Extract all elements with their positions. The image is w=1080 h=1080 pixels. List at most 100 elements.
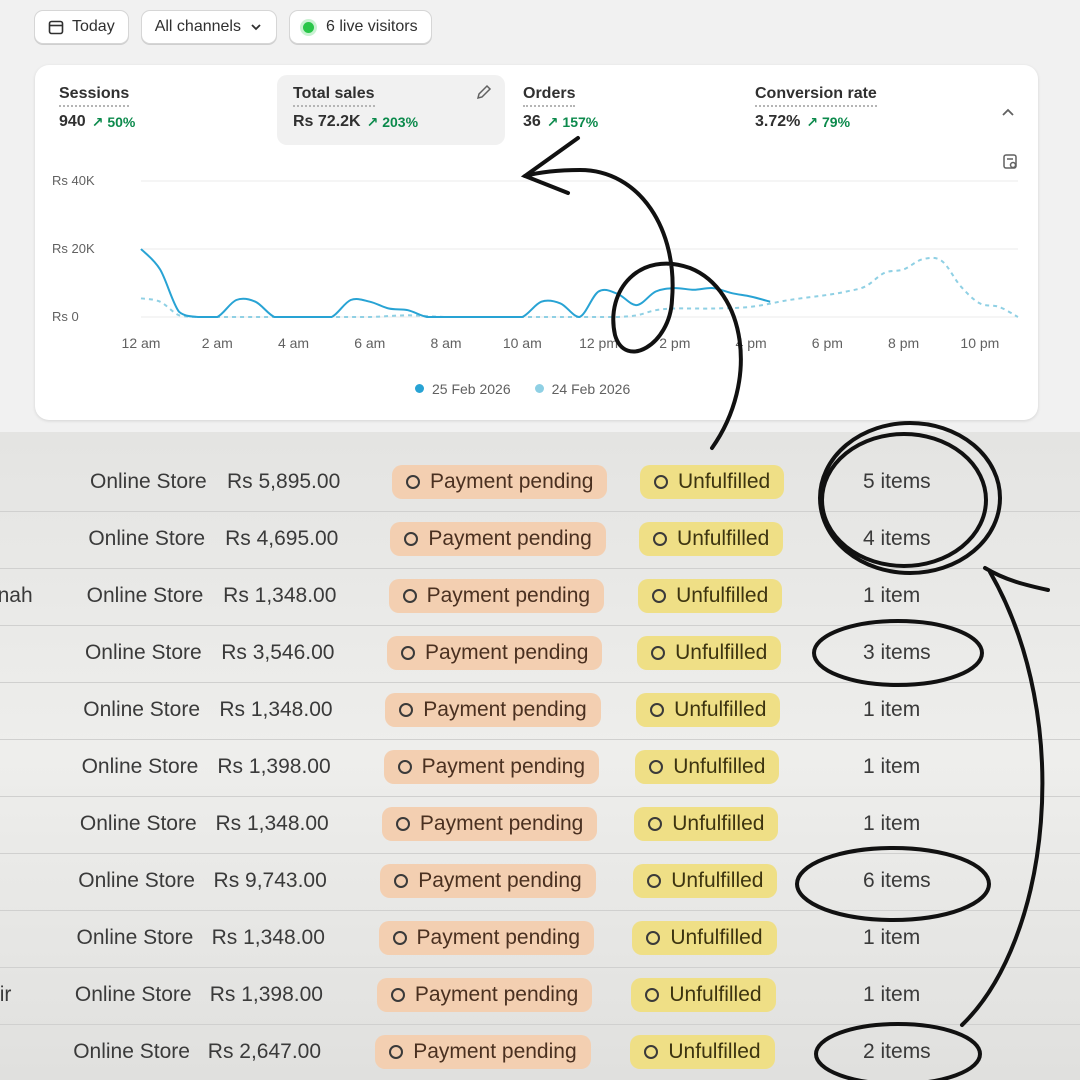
metric-value: 940: [59, 113, 86, 130]
status-ring-icon: [394, 874, 409, 888]
fulfillment-status-badge: Unfulfilled: [631, 978, 776, 1012]
total-cell: Rs 9,743.00: [213, 869, 327, 892]
status-ring-icon: [644, 1045, 659, 1059]
x-tick-label: 4 am: [278, 335, 309, 351]
items-cell: 3 items: [863, 641, 931, 664]
metric-value: Rs 72.2K: [293, 113, 361, 130]
table-row[interactable]: Online Store Rs 3,546.00 Payment pending Un…: [0, 627, 1080, 683]
table-row[interactable]: Online Store Rs 1,348.00 Payment pending Un…: [0, 912, 1080, 968]
x-tick-label: 4 pm: [736, 335, 767, 351]
fulfillment-status-badge: Unfulfilled: [639, 522, 784, 556]
total-cell: Rs 1,398.00: [217, 755, 331, 778]
live-status-dot: [302, 21, 314, 33]
payment-status-badge: Payment pending: [390, 522, 606, 556]
chart-legend: 25 Feb 2026 24 Feb 2026: [415, 381, 630, 397]
metric-change: ↗ 157%: [546, 113, 599, 130]
table-row[interactable]: sir Online Store Rs 1,398.00 Payment pendin…: [0, 969, 1080, 1025]
fulfillment-status-badge: Unfulfilled: [637, 636, 782, 670]
items-cell: 1 item: [863, 755, 921, 778]
metric-conversion-rate[interactable]: Conversion rate 3.72% ↗ 79%: [739, 75, 967, 145]
channel-cell: Online Store: [73, 1040, 190, 1063]
x-tick-label: 10 am: [503, 335, 542, 351]
channels-label: All channels: [154, 18, 241, 35]
items-cell: 1 item: [863, 926, 921, 949]
chevron-up-icon[interactable]: [1000, 105, 1016, 121]
table-row[interactable]: Online Store Rs 9,743.00 Payment pending Un…: [0, 855, 1080, 911]
status-ring-icon: [652, 589, 667, 603]
table-row[interactable]: Online Store Rs 1,348.00 Payment pending Un…: [0, 798, 1080, 854]
metric-total-sales[interactable]: Total sales Rs 72.2K ↗ 203%: [277, 75, 505, 145]
table-row[interactable]: Online Store Rs 1,348.00 Payment pending Un…: [0, 684, 1080, 740]
total-cell: Rs 1,348.00: [211, 926, 325, 949]
status-ring-icon: [395, 817, 410, 831]
toolbar: Today All channels 6 live visitors: [34, 10, 432, 44]
x-tick-label: 2 pm: [659, 335, 690, 351]
live-visitors-label: 6 live visitors: [325, 18, 418, 35]
metric-orders[interactable]: Orders 36 ↗ 157%: [507, 75, 735, 145]
status-ring-icon: [653, 532, 668, 546]
payment-status-badge: Payment pending: [385, 693, 601, 727]
table-row[interactable]: Online Store Rs 1,398.00 Payment pending Un…: [0, 741, 1080, 797]
metric-sessions[interactable]: Sessions 940 ↗ 50%: [43, 75, 271, 145]
metric-label: Sessions: [59, 85, 130, 107]
channel-cell: Online Store: [76, 926, 194, 949]
total-cell: Rs 1,348.00: [223, 584, 337, 607]
orders-table-photo: Online Store Rs 5,895.00 Payment pending Un…: [0, 432, 1080, 1080]
channel-cell: Online Store: [88, 527, 206, 550]
status-ring-icon: [647, 874, 662, 888]
payment-status-badge: Payment pending: [378, 921, 594, 955]
calendar-icon: [48, 20, 64, 35]
x-tick-label: 12 pm: [579, 335, 618, 351]
legend-item-previous[interactable]: 24 Feb 2026: [534, 381, 630, 397]
channel-cell: Online Store: [81, 755, 199, 778]
status-ring-icon: [389, 1045, 404, 1059]
payment-status-badge: Payment pending: [392, 465, 608, 499]
payment-status-badge: Payment pending: [381, 807, 598, 841]
total-cell: Rs 4,695.00: [225, 527, 339, 550]
chevron-down-icon: [251, 24, 261, 31]
table-row[interactable]: Online Store Rs 4,695.00 Payment pending Un…: [0, 513, 1080, 569]
metric-label: Total sales: [293, 85, 375, 107]
fulfillment-status-badge: Unfulfilled: [630, 1035, 775, 1069]
items-cell: 4 items: [863, 527, 931, 550]
legend-item-current[interactable]: 25 Feb 2026: [415, 381, 511, 397]
table-row[interactable]: Online Store Rs 5,895.00 Payment pending Un…: [0, 456, 1080, 512]
status-ring-icon: [404, 532, 419, 546]
status-ring-icon: [406, 475, 420, 489]
x-tick-label: 6 am: [354, 335, 385, 351]
channel-cell: Online Store: [84, 641, 202, 664]
status-ring-icon: [400, 646, 415, 660]
series-line-previous: [140, 256, 1019, 318]
channels-dropdown[interactable]: All channels: [140, 10, 277, 44]
channel-cell: Online Store: [83, 698, 200, 721]
payment-status-badge: Payment pending: [380, 864, 596, 898]
fulfillment-status-badge: Unfulfilled: [634, 807, 779, 841]
table-row[interactable]: nah Online Store Rs 1,348.00 Payment pendin…: [0, 570, 1080, 626]
items-cell: 1 item: [863, 584, 921, 607]
status-ring-icon: [651, 646, 666, 660]
total-cell: Rs 1,348.00: [215, 812, 329, 835]
metric-label: Orders: [523, 85, 576, 107]
table-row[interactable]: Online Store Rs 2,647.00 Payment pending Un…: [0, 1026, 1080, 1080]
channel-cell: Online Store: [90, 470, 207, 493]
x-tick-label: 6 pm: [812, 335, 843, 351]
payment-status-badge: Payment pending: [376, 978, 593, 1012]
x-tick-label: 12 am: [122, 335, 161, 351]
edit-pencil-icon[interactable]: [475, 83, 493, 101]
status-ring-icon: [650, 703, 665, 717]
live-visitors-button[interactable]: 6 live visitors: [288, 10, 432, 44]
metric-change: ↗ 79%: [806, 113, 851, 130]
status-ring-icon: [402, 589, 417, 603]
fulfillment-status-badge: Unfulfilled: [638, 579, 783, 613]
payment-status-badge: Payment pending: [375, 1035, 591, 1069]
series-line-current: [140, 248, 771, 319]
date-range-button[interactable]: Today: [34, 10, 129, 44]
items-cell: 1 item: [863, 698, 921, 721]
status-ring-icon: [399, 703, 414, 717]
x-tick-label: 10 pm: [960, 335, 999, 351]
metric-value: 3.72%: [755, 113, 801, 130]
status-ring-icon: [397, 760, 412, 774]
analytics-card: Sessions 940 ↗ 50% Total sales Rs 72.2K …: [35, 65, 1038, 420]
metric-label: Conversion rate: [755, 85, 877, 107]
date-range-label: Today: [72, 18, 115, 35]
